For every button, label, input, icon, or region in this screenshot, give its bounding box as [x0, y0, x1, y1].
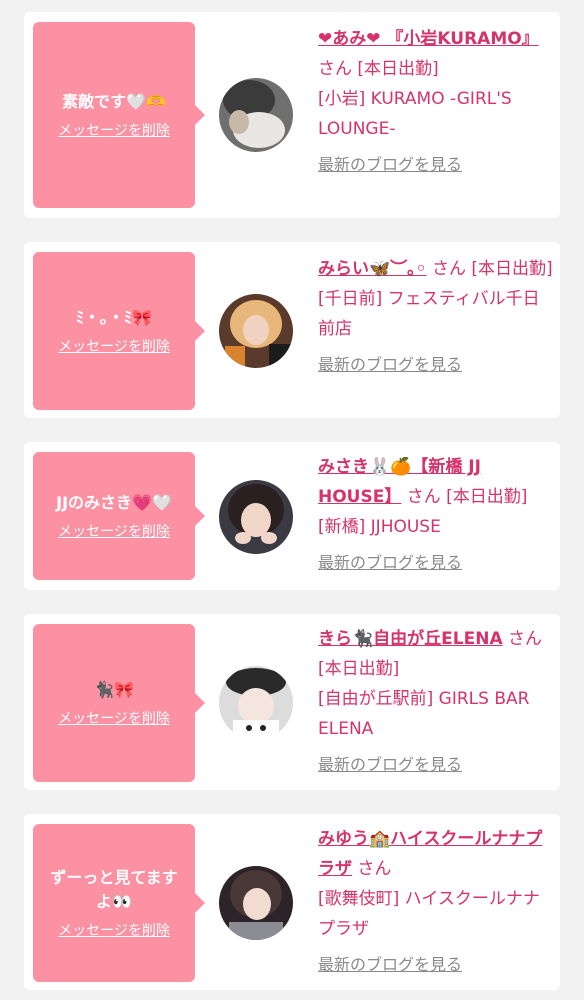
avatar[interactable]	[219, 666, 293, 740]
girl-info: きら🐈‍⬛自由が丘ELENA さん [本日出勤] [自由が丘駅前] GIRLS …	[318, 624, 554, 780]
message-bubble: ずーっと見てますよ👀 メッセージを削除	[33, 824, 205, 982]
honorific: さん	[508, 629, 543, 649]
girl-name-link[interactable]: きら🐈‍⬛自由が丘ELENA	[318, 629, 503, 649]
shop-info: [小岩] KURAMO -GIRL'S LOUNGE-	[318, 89, 512, 139]
work-status: [本日出勤]	[357, 59, 439, 79]
girl-info: みらい🦋︶｡◦ さん [本日出勤] [千日前] フェスティバル千日前店 最新のブ…	[318, 254, 554, 380]
honorific: さん	[318, 59, 352, 79]
avatar[interactable]	[219, 294, 293, 368]
shop-info: [千日前] フェスティバル千日前店	[318, 289, 540, 339]
honorific: さん	[431, 259, 466, 279]
avatar[interactable]	[219, 866, 293, 940]
message-card: 素敵です🤍🫶 メッセージを削除 ❤あみ❤ 『小岩KURAMO』 さん [本日出勤…	[24, 12, 560, 218]
message-bubble: 素敵です🤍🫶 メッセージを削除	[33, 22, 205, 208]
blog-link[interactable]: 最新のブログを見る	[318, 950, 462, 980]
message-bubble: 🐈‍⬛🎀 メッセージを削除	[33, 624, 205, 782]
girl-name-link[interactable]: みゆう🏫ハイスクールナナプラザ	[318, 829, 542, 879]
delete-message-link[interactable]: メッセージを削除	[58, 710, 170, 728]
message-text: JJのみさき💗🤍	[56, 493, 172, 512]
girl-name-link[interactable]: ❤あみ❤ 『小岩KURAMO』	[318, 29, 539, 49]
blog-link[interactable]: 最新のブログを見る	[318, 150, 462, 180]
message-card: JJのみさき💗🤍 メッセージを削除 みさき🐰🍊【新橋 JJ HOUSE】 さん …	[24, 442, 560, 590]
girl-info: みさき🐰🍊【新橋 JJ HOUSE】 さん [本日出勤] [新橋] JJHOUS…	[318, 452, 554, 578]
message-text: ずーっと見てますよ👀	[50, 868, 178, 911]
girl-name-link[interactable]: みらい🦋︶｡◦	[318, 259, 427, 279]
delete-message-link[interactable]: メッセージを削除	[58, 523, 170, 541]
honorific: さん	[406, 487, 441, 507]
shop-info: [自由が丘駅前] GIRLS BAR ELENA	[318, 689, 530, 739]
message-card: ずーっと見てますよ👀 メッセージを削除 みゆう🏫ハイスクールナナプラザ さん […	[24, 814, 560, 990]
delete-message-link[interactable]: メッセージを削除	[58, 338, 170, 356]
delete-message-link[interactable]: メッセージを削除	[58, 922, 170, 940]
message-text: 素敵です🤍🫶	[62, 92, 166, 111]
message-bubble: ﾐ・｡・ﾐ🎀 メッセージを削除	[33, 252, 205, 410]
honorific: さん	[357, 859, 392, 879]
blog-link[interactable]: 最新のブログを見る	[318, 548, 462, 578]
work-status: [本日出勤]	[471, 259, 553, 279]
delete-message-link[interactable]: メッセージを削除	[58, 122, 170, 140]
message-bubble: JJのみさき💗🤍 メッセージを削除	[33, 452, 205, 580]
blog-link[interactable]: 最新のブログを見る	[318, 350, 462, 380]
work-status: [本日出勤]	[318, 659, 400, 679]
girl-info: みゆう🏫ハイスクールナナプラザ さん [歌舞伎町] ハイスクールナナプラザ 最新…	[318, 824, 554, 980]
shop-info: [歌舞伎町] ハイスクールナナプラザ	[318, 889, 540, 939]
message-card: 🐈‍⬛🎀 メッセージを削除 きら🐈‍⬛自由が丘ELENA さん [本日出勤] […	[24, 614, 560, 790]
message-card: ﾐ・｡・ﾐ🎀 メッセージを削除 みらい🦋︶｡◦ さん [本日出勤] [千日前] …	[24, 242, 560, 418]
blog-link[interactable]: 最新のブログを見る	[318, 750, 462, 780]
girl-info: ❤あみ❤ 『小岩KURAMO』 さん [本日出勤] [小岩] KURAMO -G…	[318, 24, 554, 180]
avatar[interactable]	[219, 78, 293, 152]
avatar[interactable]	[219, 480, 293, 554]
shop-info: [新橋] JJHOUSE	[318, 517, 441, 537]
message-text: 🐈‍⬛🎀	[94, 680, 134, 699]
work-status: [本日出勤]	[446, 487, 528, 507]
message-text: ﾐ・｡・ﾐ🎀	[76, 308, 152, 327]
